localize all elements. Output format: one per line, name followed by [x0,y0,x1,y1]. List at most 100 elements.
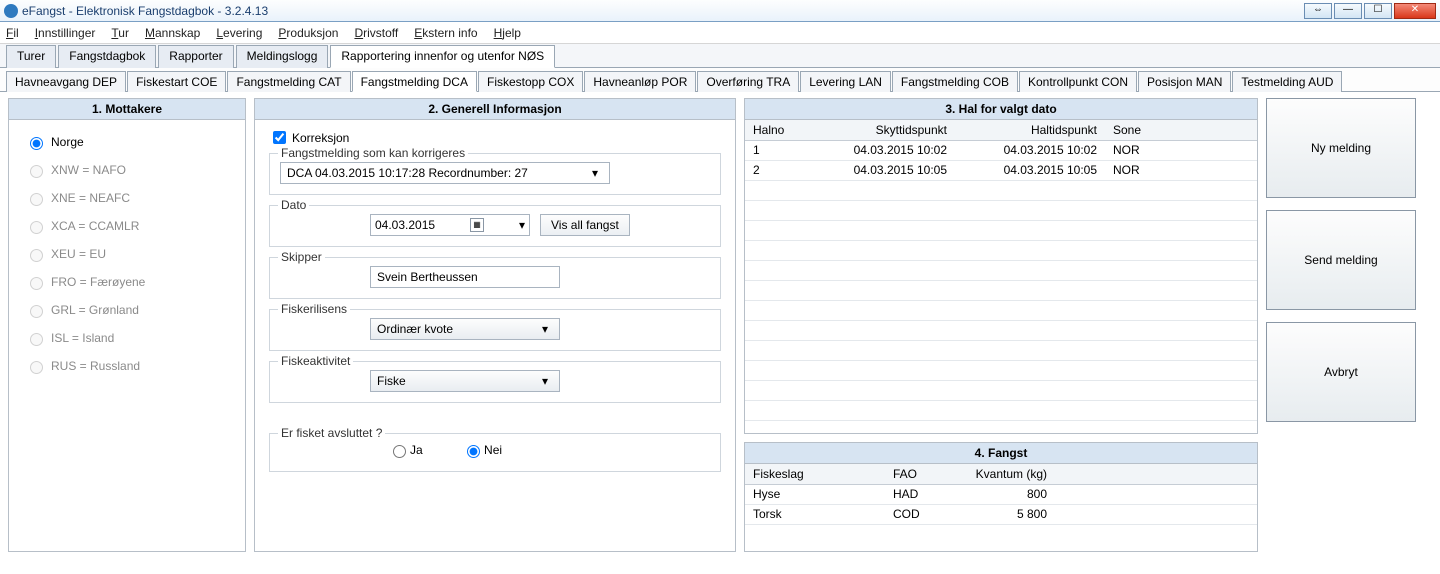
avsluttet-nei-row: Nei [462,442,502,458]
window-close-icon[interactable]: ✕ [1394,3,1436,19]
avsluttet-ja-radio[interactable] [393,445,406,458]
dato-label: Dato [278,198,309,212]
subtab-testmelding-aud[interactable]: Testmelding AUD [1232,71,1342,92]
table-row[interactable]: HyseHAD800 [745,484,1257,504]
tab-rapporter[interactable]: Rapporter [158,45,233,68]
hal-table[interactable]: HalnoSkyttidspunktHaltidspunktSone104.03… [745,120,1257,421]
col-kvantum: Kvantum (kg) [955,464,1055,484]
menu-innstillinger[interactable]: Innstillinger [35,26,96,40]
window-maximize-icon[interactable]: ☐ [1364,3,1392,19]
tab-fangstdagbok[interactable]: Fangstdagbok [58,45,156,68]
subtab-fangstmelding-cat[interactable]: Fangstmelding CAT [227,71,350,92]
panel-mottakere: 1. Mottakere NorgeXNW = NAFOXNE = NEAFCX… [8,98,246,552]
subtab-fangstmelding-cob[interactable]: Fangstmelding COB [892,71,1018,92]
mottaker-radio [30,277,43,290]
table-row-empty [745,340,1257,360]
main-tabstrip: TurerFangstdagbokRapporterMeldingsloggRa… [0,44,1440,68]
send-melding-button[interactable]: Send melding [1266,210,1416,310]
col-fao: FAO [885,464,955,484]
table-row-empty [745,220,1257,240]
menu-tur[interactable]: Tur [111,26,129,40]
col-skytt: Skyttidspunkt [805,120,955,140]
menu-fil[interactable]: Fil [6,26,19,40]
subtab-kontrollpunkt-con[interactable]: Kontrollpunkt CON [1019,71,1137,92]
mottaker-norge[interactable]: Norge [25,134,229,150]
menu-produksjon[interactable]: Produksjon [278,26,338,40]
subtab-fangstmelding-dca[interactable]: Fangstmelding DCA [352,71,477,92]
fiskeaktivitet-label: Fiskeaktivitet [278,354,353,368]
panel-hal: 3. Hal for valgt dato HalnoSkyttidspunkt… [744,98,1258,434]
panel-fangst-title: 4. Fangst [745,443,1257,464]
window-buttons: ⇔ — ☐ ✕ [1304,3,1436,19]
dato-input[interactable]: 04.03.2015 ▦ ▾ [370,214,530,236]
mottaker-radio [30,249,43,262]
table-row-empty [745,260,1257,280]
mottaker-radio [30,221,43,234]
korrigeres-select[interactable]: DCA 04.03.2015 10:17:28 Recordnumber: 27… [280,162,610,184]
action-column: Ny melding Send melding Avbryt [1266,98,1416,552]
subtab-levering-lan[interactable]: Levering LAN [800,71,891,92]
col-halno: Halno [745,120,805,140]
vis-all-fangst-button[interactable]: Vis all fangst [540,214,630,236]
mottaker-radio [30,361,43,374]
menu-mannskap[interactable]: Mannskap [145,26,200,40]
fiskerilisens-select[interactable]: Ordinær kvote ▾ [370,318,560,340]
ja-label: Ja [410,443,423,457]
mottaker-isl: ISL = Island [25,330,229,346]
subtab-fiskestart-coe[interactable]: Fiskestart COE [127,71,226,92]
mottaker-rus: RUS = Russland [25,358,229,374]
table-row[interactable]: TorskCOD5 800 [745,504,1257,524]
chevron-down-icon: ▾ [587,166,603,180]
panel-fangst: 4. Fangst FiskeslagFAOKvantum (kg)HyseHA… [744,442,1258,552]
window-minimize-icon[interactable]: — [1334,3,1362,19]
subtab-overføring-tra[interactable]: Overføring TRA [697,71,799,92]
col-hal: Haltidspunkt [955,120,1105,140]
table-row-empty [745,400,1257,420]
panel-generell-title: 2. Generell Informasjon [255,99,735,120]
menu-drivstoff[interactable]: Drivstoff [354,26,398,40]
korreksjon-checkbox[interactable] [273,131,286,144]
chevron-down-icon: ▾ [537,322,553,336]
tab-turer[interactable]: Turer [6,45,56,68]
sub-tabstrip: Havneavgang DEPFiskestart COEFangstmeldi… [0,68,1440,92]
calendar-icon: ▦ [470,218,484,232]
mottakere-list: NorgeXNW = NAFOXNE = NEAFCXCA = CCAMLRXE… [9,120,245,400]
mottaker-radio [30,165,43,178]
mottaker-fro: FRO = Færøyene [25,274,229,290]
subtab-havneavgang-dep[interactable]: Havneavgang DEP [6,71,126,92]
window-title: eFangst - Elektronisk Fangstdagbok - 3.2… [22,4,1304,18]
mottaker-label: FRO = Færøyene [51,275,145,289]
tab-rapportering-innenfor-og-utenfor-nøs[interactable]: Rapportering innenfor og utenfor NØS [330,45,555,68]
skipper-value: Svein Bertheussen [377,270,478,284]
skipper-input[interactable]: Svein Bertheussen [370,266,560,288]
avsluttet-ja-row: Ja [388,442,423,458]
mottaker-label: RUS = Russland [51,359,140,373]
table-row[interactable]: 204.03.2015 10:0504.03.2015 10:05NOR [745,160,1257,180]
menu-levering[interactable]: Levering [216,26,262,40]
chevron-down-icon: ▾ [519,218,525,232]
subtab-havneanløp-por[interactable]: Havneanløp POR [584,71,696,92]
avsluttet-label: Er fisket avsluttet ? [278,426,385,440]
table-row-empty [745,320,1257,340]
col-blank [1216,120,1257,140]
table-row[interactable]: 104.03.2015 10:0204.03.2015 10:02NOR [745,140,1257,160]
fiskeaktivitet-select[interactable]: Fiske ▾ [370,370,560,392]
avsluttet-nei-radio[interactable] [467,445,480,458]
tab-meldingslogg[interactable]: Meldingslogg [236,45,329,68]
mottaker-radio[interactable] [30,137,43,150]
workspace: 1. Mottakere NorgeXNW = NAFOXNE = NEAFCX… [0,92,1440,558]
window-expand-icon[interactable]: ⇔ [1304,3,1332,19]
mottaker-radio [30,305,43,318]
avbryt-button[interactable]: Avbryt [1266,322,1416,422]
ny-melding-button[interactable]: Ny melding [1266,98,1416,198]
subtab-posisjon-man[interactable]: Posisjon MAN [1138,71,1231,92]
menu-ekstern-info[interactable]: Ekstern info [414,26,477,40]
subtab-fiskestopp-cox[interactable]: Fiskestopp COX [478,71,583,92]
mottaker-radio [30,193,43,206]
menu-hjelp[interactable]: Hjelp [494,26,521,40]
mottaker-label: GRL = Grønland [51,303,139,317]
fangst-table[interactable]: FiskeslagFAOKvantum (kg)HyseHAD800TorskC… [745,464,1257,525]
mottaker-label: Norge [51,135,84,149]
panel-generell: 2. Generell Informasjon Korreksjon Fangs… [254,98,736,552]
panel-mottakere-title: 1. Mottakere [9,99,245,120]
